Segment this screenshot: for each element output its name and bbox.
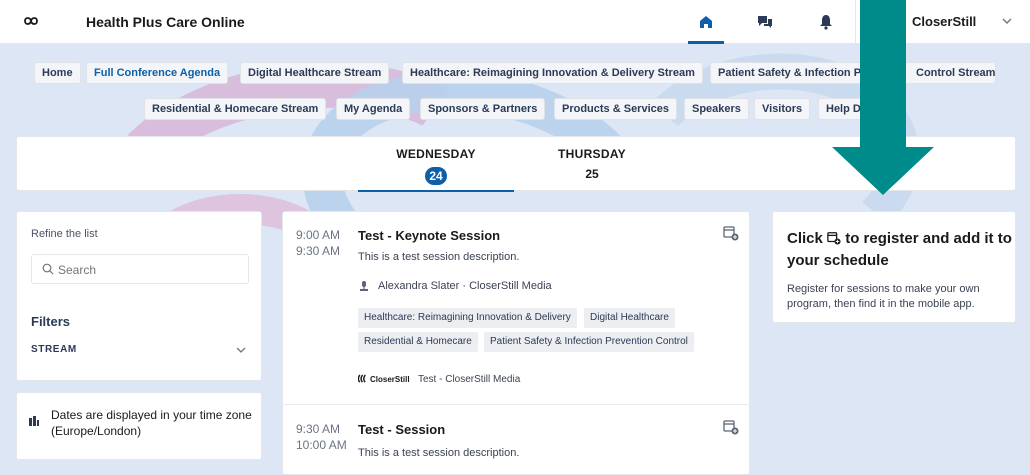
selected-tab-indicator [358,190,514,192]
nav-chip-visitors[interactable]: Visitors [754,98,811,120]
register-description: Register for sessions to make your own p… [787,283,980,310]
session-tag[interactable]: Patient Safety & Infection Prevention Co… [484,332,694,352]
globe-clock-icon [29,416,39,426]
nav-chip-home[interactable]: Home [34,62,81,84]
nav-chip-my-agenda[interactable]: My Agenda [336,98,411,120]
session-description: This is a test session description. [358,251,520,263]
nav-chip-speakers[interactable]: Speakers [684,98,749,120]
annotation-arrow-shaft [860,0,906,148]
nav-chip-patient-safety-label-start: Patient Safety & Infection Pre [718,67,872,79]
home-icon[interactable] [694,10,718,34]
day-number: 25 [585,167,599,181]
session-title[interactable]: Test - Session [358,422,445,437]
nav-chip-residential[interactable]: Residential & Homecare Stream [144,98,327,120]
day-label: THURSDAY [558,147,626,161]
session-speaker[interactable]: Alexandra Slater · CloserStill Media [378,280,552,292]
tab-wednesday[interactable]: WEDNESDAY 24 [358,137,514,192]
session-end-time: 10:00 AM [296,438,347,452]
bell-icon[interactable] [814,10,838,34]
search-icon [42,263,54,275]
chevron-down-icon[interactable] [235,344,247,356]
add-to-schedule-icon [827,232,841,245]
nav-chip-full-agenda[interactable]: Full Conference Agenda [86,62,229,84]
tab-thursday[interactable]: THURSDAY 25 [514,137,670,192]
day-number-badge: 24 [425,167,447,185]
nav-chip-sponsors[interactable]: Sponsors & Partners [420,98,546,120]
session-tag[interactable]: Digital Healthcare [584,308,675,328]
header-divider [855,0,856,44]
register-hint-card: Click to register and add it to your sch… [772,211,1016,323]
search-input[interactable] [58,263,238,277]
chat-icon[interactable] [753,10,777,34]
day-label: WEDNESDAY [396,147,476,161]
home-active-indicator [688,41,724,44]
session-tag[interactable]: Healthcare: Reimagining Innovation & Del… [358,308,577,328]
add-to-schedule-icon[interactable] [723,225,739,241]
session-end-time: 9:30 AM [296,244,341,258]
timezone-note: Dates are displayed in your time zone (E… [51,408,252,438]
nav-chip-reimagining-innovation[interactable]: Healthcare: Reimagining Innovation & Del… [402,62,703,84]
add-to-schedule-icon[interactable] [723,419,739,435]
chevron-down-icon[interactable] [1000,14,1014,28]
nav-chip-patient-safety-label-end: Control Stream [916,67,996,79]
app-title[interactable]: Health Plus Care Online [86,14,245,30]
search-box[interactable] [31,254,249,284]
user-name[interactable]: CloserStill [912,14,976,29]
sponsor-logo[interactable]: CloserStill [370,375,410,384]
annotation-arrow-head [832,147,934,195]
filter-panel: Refine the list Filters STREAM [16,211,262,381]
sponsor-name[interactable]: Test - CloserStill Media [418,374,520,385]
speaker-icon [360,281,368,291]
session-tag[interactable]: Residential & Homecare [358,332,478,352]
infinity-logo-icon[interactable] [20,11,42,31]
nav-chip-patient-safety[interactable]: Patient Safety & Infection Pre Control S… [710,62,996,84]
sponsor-logo-mark-icon [358,374,366,383]
register-title: Click to register and add it to your sch… [787,228,1015,272]
nav-chip-products[interactable]: Products & Services [554,98,677,120]
session-description: This is a test session description. [358,447,520,459]
session-divider [282,404,750,405]
stream-filter-label[interactable]: STREAM [31,344,77,355]
register-title-pre: Click [787,230,823,247]
nav-chip-digital-healthcare[interactable]: Digital Healthcare Stream [240,62,390,84]
session-title[interactable]: Test - Keynote Session [358,228,500,243]
session-start-time: 9:00 AM [296,228,341,242]
filters-title: Filters [31,314,71,329]
timezone-card: Dates are displayed in your time zone (E… [16,392,262,460]
refine-title: Refine the list [31,228,98,240]
session-start-time: 9:30 AM [296,422,341,436]
